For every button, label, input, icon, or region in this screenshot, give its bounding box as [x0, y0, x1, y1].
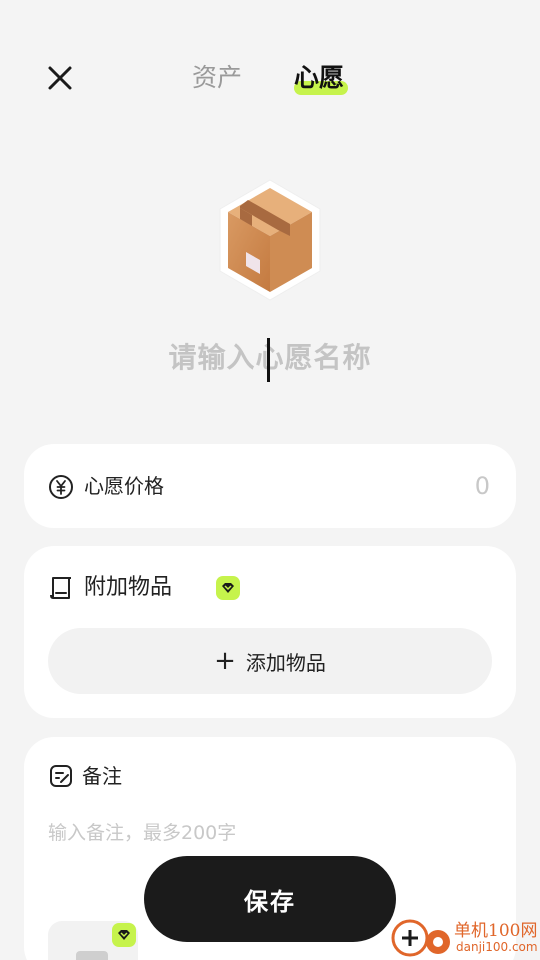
- price-label: 心愿价格: [84, 474, 164, 498]
- receipt-icon: [50, 577, 71, 599]
- watermark-logo-icon: [391, 919, 450, 957]
- tab-wish[interactable]: 心愿: [294, 58, 344, 98]
- additional-items-card: 附加物品 + 添加物品: [24, 546, 516, 718]
- yen-coin-icon: [49, 475, 73, 499]
- note-edit-icon: [50, 765, 72, 787]
- notes-input[interactable]: 输入备注，最多200字: [48, 817, 492, 849]
- watermark-url: danji100.com: [456, 940, 538, 954]
- add-item-button[interactable]: + 添加物品: [48, 628, 492, 694]
- vip-gem-icon: [216, 576, 240, 600]
- image-icon: [76, 951, 108, 960]
- text-caret: [267, 338, 270, 382]
- tab-assets[interactable]: 资产: [192, 58, 242, 98]
- price-card[interactable]: 心愿价格 0: [24, 444, 516, 528]
- save-button[interactable]: 保存: [144, 856, 396, 942]
- watermark-title: 单机100网: [454, 921, 538, 941]
- notes-label: 备注: [82, 764, 122, 788]
- watermark-logo: 单机100网 danji100.com: [388, 912, 540, 960]
- plus-icon: +: [214, 646, 236, 676]
- wish-name-input[interactable]: 请输入心愿名称: [0, 336, 540, 384]
- tab-bar: 资产 心愿: [0, 58, 540, 102]
- price-value[interactable]: 0: [475, 472, 490, 500]
- items-label: 附加物品: [84, 575, 173, 600]
- add-item-label: 添加物品: [245, 650, 326, 675]
- vip-gem-icon: [112, 923, 136, 947]
- package-box-icon[interactable]: [216, 178, 324, 302]
